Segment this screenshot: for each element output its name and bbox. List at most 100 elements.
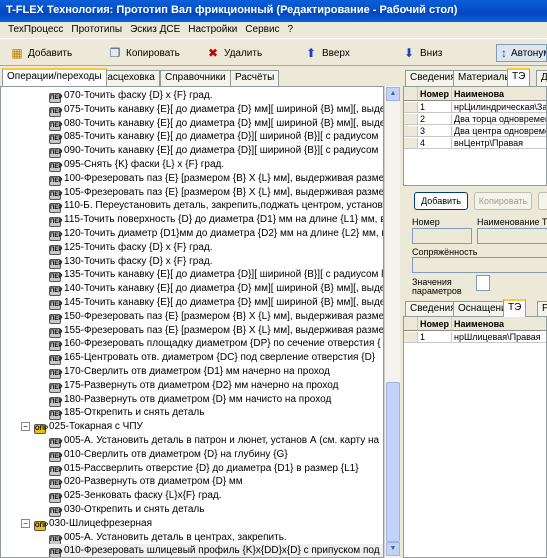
tree-transition[interactable]: ПЕР 090-Точить канавку {E}[ до диаметра {…	[49, 144, 379, 159]
conjugacy-field[interactable]	[412, 257, 547, 273]
tree-transition[interactable]: ПЕР 160-Фрезеровать площадку диаметром {D…	[49, 337, 381, 352]
transition-icon: ПЕР	[49, 438, 63, 448]
menu-item-2[interactable]: Эскиз ДСЕ	[130, 24, 180, 35]
tree-transition[interactable]: ПЕР 145-Точить канавку {E}[ до диаметра {…	[49, 296, 383, 310]
transition-icon: ПЕР	[49, 203, 63, 214]
tab-more-bottom[interactable]: Р	[537, 301, 547, 317]
grid-cell[interactable]: Два центра одновремен	[452, 126, 546, 137]
tree-transition[interactable]: ПЕР 030-Открепить и снять деталь	[49, 503, 204, 517]
grid-header[interactable]: Номер	[418, 87, 452, 101]
tree-transition[interactable]: ПЕР 100-Фрезеровать паз {E} [размером {B}…	[49, 172, 383, 186]
delete-button[interactable]: ✖ Удалить	[206, 44, 262, 62]
tree-transition[interactable]: ПЕР 010-Сверлить отв диаметром {D} на глу…	[49, 448, 288, 462]
tree-transition[interactable]: ПЕР 125-Точить фаску {D} x {F} град.	[49, 241, 213, 255]
menu-item-4[interactable]: Сервис	[245, 24, 279, 35]
tree-transition[interactable]: ПЕР 075-Точить канавку {E}[ до диаметра {…	[49, 103, 383, 117]
collapse-toggle-icon[interactable]: −	[21, 422, 30, 432]
menu-item-3[interactable]: Настройки	[188, 24, 237, 35]
tree-transition[interactable]: ПЕР 175-Развернуть отв диаметром {D2} мм …	[49, 379, 338, 393]
grid-cell[interactable]: 1	[418, 332, 452, 343]
autonumber-button[interactable]: ↕ Автонум	[496, 44, 547, 62]
grid-row-header[interactable]	[404, 332, 418, 343]
menu-item-5[interactable]: ?	[288, 24, 294, 35]
down-button[interactable]: ⬇ Вниз	[402, 44, 442, 62]
tree-transition[interactable]: ПЕР 115-Точить поверхность {D} до диаметр…	[49, 213, 383, 228]
scroll-up-arrow-icon[interactable]: ▲	[386, 87, 400, 101]
tree-operation[interactable]: − ОПР030-Шлицефрезерная	[21, 517, 152, 531]
tree-item-label: 155-Фрезеровать паз {E} [размером {B} X …	[64, 324, 384, 336]
operation-icon: ОПР	[34, 520, 48, 531]
tree-transition[interactable]: ПЕР 120-Точить диаметр {D1}мм до диаметра…	[49, 227, 383, 241]
grid-cell[interactable]: нрЦилиндрическая\Заго	[452, 102, 546, 113]
tree-transition[interactable]: ПЕР 085-Точить канавку {E}[ до диаметра {…	[49, 130, 378, 145]
te-grid-top[interactable]: Номер Наименова 1 нрЦилиндрическая\Заго 2 Два…	[403, 86, 547, 186]
grid-header[interactable]	[404, 87, 418, 101]
tree-item-label: 140-Точить канавку {E}[ до диаметра {D} …	[64, 283, 384, 295]
tree-transition[interactable]: ПЕР 150-Фрезеровать паз {E} [размером {B}…	[49, 310, 383, 324]
tree-transition[interactable]: ПЕР 165-Центровать отв. диаметром {DC} по…	[49, 351, 375, 366]
tree-transition[interactable]: ПЕР 155-Фрезеровать паз {E} [размером {B}…	[49, 324, 384, 338]
tree-transition[interactable]: ПЕР 105-Фрезеровать паз {E} [размером {B}…	[49, 186, 383, 200]
tab-more[interactable]: Д	[536, 70, 547, 86]
grid-cell[interactable]: 3	[418, 126, 452, 137]
grid-row-header[interactable]	[404, 114, 418, 125]
tab-calculations[interactable]: Расчёты	[230, 70, 280, 86]
grid-cell[interactable]: нрШлицевая\Правая	[452, 332, 546, 343]
tree-transition[interactable]: ПЕР 080-Точить канавку {E}[ до диаметра {…	[49, 117, 383, 131]
tree-transition[interactable]: ПЕР 005-А. Установить деталь в патрон и л…	[49, 434, 380, 448]
te-copy-button[interactable]: Копировать	[474, 192, 532, 210]
tree-item-label: 110-Б. Переустановить деталь, закрепить,…	[64, 200, 383, 212]
number-field[interactable]	[412, 228, 472, 244]
grid-cell[interactable]: 4	[418, 138, 452, 149]
grid-cell[interactable]: Два торца одновремен	[452, 114, 546, 125]
tree-transition[interactable]: ПЕР 140-Точить канавку {E}[ до диаметра {…	[49, 282, 384, 297]
operations-tree[interactable]: ПЕР 070-Точить фаску {D} x {F} град. ПЕР 07…	[0, 86, 384, 558]
tab-te[interactable]: ТЭ	[507, 68, 531, 86]
tree-item-label: 005-А. Установить деталь в патрон и люне…	[64, 435, 380, 446]
grid-row-header[interactable]	[404, 126, 418, 137]
name-te-field[interactable]	[477, 228, 547, 244]
scroll-thumb[interactable]	[386, 382, 400, 542]
tree-transition[interactable]: ПЕР 070-Точить фаску {D} x {F} град.	[49, 89, 213, 103]
collapse-toggle-icon[interactable]: −	[21, 518, 30, 528]
grid-cell[interactable]: внЦентр\Правая	[452, 138, 546, 149]
tree-transition[interactable]: ПЕР 180-Развернуть отв диаметром {D} мм н…	[49, 393, 331, 407]
up-button[interactable]: ⬆ Вверх	[304, 44, 350, 62]
grid-header[interactable]	[404, 317, 418, 331]
tree-transition[interactable]: ПЕР 110-Б. Переустановить деталь, закрепи…	[49, 199, 383, 214]
tree-transition[interactable]: ПЕР 010-Фрезеровать шлицевый профиль {K}x…	[49, 544, 383, 557]
grid-header[interactable]: Наименова	[452, 317, 546, 331]
tree-transition[interactable]: ПЕР 005-А. Установить деталь в центрах, з…	[49, 531, 287, 545]
tree-operation[interactable]: − ОПР025-Токарная с ЧПУ	[21, 420, 143, 435]
grid-cell[interactable]: 1	[418, 102, 452, 113]
tree-transition[interactable]: ПЕР 130-Точить фаску {D} x {F} град.	[49, 255, 213, 269]
te-more-button[interactable]	[538, 192, 547, 210]
grid-header[interactable]: Номер	[418, 317, 452, 331]
scroll-down-arrow-icon[interactable]: ▼	[386, 542, 400, 556]
tree-transition[interactable]: ПЕР 025-Зенковать фаску {L}x{F} град.	[49, 489, 222, 504]
te-add-button[interactable]: Добавить	[414, 192, 468, 210]
menu-item-1[interactable]: Прототипы	[71, 24, 122, 35]
tree-item-label: 025-Токарная с ЧПУ	[49, 421, 143, 433]
tree-transition[interactable]: ПЕР 095-Снять {K} фаски {L} x {F} град.	[49, 158, 224, 172]
tree-transition[interactable]: ПЕР 185-Открепить и снять деталь	[49, 406, 204, 421]
te-grid-bottom[interactable]: Номер Наименова 1 нрШлицевая\Правая	[403, 316, 547, 558]
grid-header[interactable]: Наименова	[452, 87, 546, 101]
tree-scrollbar[interactable]: ▲ ▼	[384, 86, 400, 558]
grid-cell[interactable]: 2	[418, 114, 452, 125]
tab-operations[interactable]: Операции/переходы	[2, 68, 107, 86]
transition-icon: ПЕР	[49, 355, 63, 366]
add-button[interactable]: ▦ Добавить	[10, 44, 72, 62]
tree-transition[interactable]: ПЕР 170-Сверлить отв диаметром {D1} мм на…	[49, 365, 330, 379]
tree-transition[interactable]: ПЕР 015-Рассверлить отверстие {D} до диам…	[49, 462, 359, 476]
tree-item-label: 090-Точить канавку {E}[ до диаметра {D}]…	[64, 145, 379, 157]
tab-te-bottom[interactable]: ТЭ	[503, 299, 527, 317]
grid-row-header[interactable]	[404, 138, 418, 149]
param-values-field[interactable]	[476, 275, 490, 291]
grid-row-header[interactable]	[404, 102, 418, 113]
tree-transition[interactable]: ПЕР 135-Точить канавку {E}[ до диаметра {…	[49, 268, 383, 283]
copy-button[interactable]: ❐ Копировать	[108, 44, 180, 62]
menu-item-0[interactable]: ТехПроцесс	[8, 24, 63, 35]
tab-references[interactable]: Справочники	[160, 70, 231, 86]
tree-transition[interactable]: ПЕР 020-Развернуть отв диаметром {D} мм	[49, 475, 243, 490]
